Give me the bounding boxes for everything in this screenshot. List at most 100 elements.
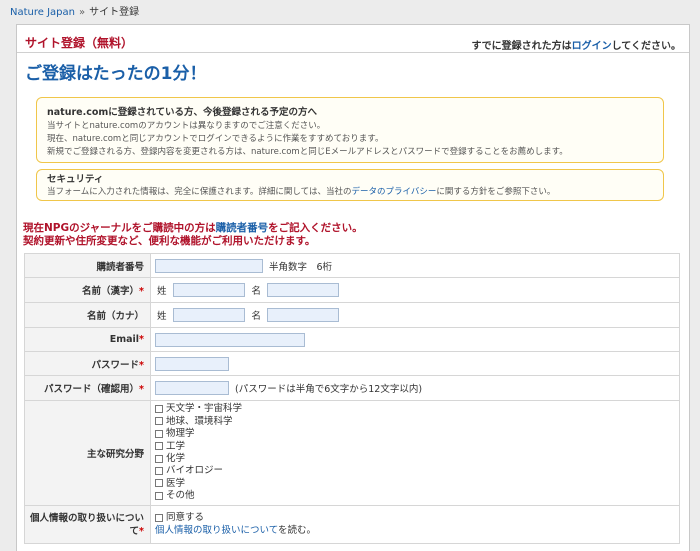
option-label: 化学 [166,453,186,464]
checkbox-earth-science[interactable] [155,417,163,426]
checkbox-medicine[interactable] [155,479,163,488]
login-prompt: すでに登録された方はログインしてください。 [471,37,681,52]
registration-form: 購読者番号 半角数字 6桁 名前（漢字）* 姓 名 名前（カナ） 姓 名 Ema… [24,253,680,544]
email-cell [150,327,680,352]
notice-line-2: 現在、nature.comと同じアカウントでログインできるように作業をすすめてお… [47,134,384,144]
security-text-prefix: 当フォームに入力された情報は、完全に保護されます。詳細に関しては、当社の [47,187,352,197]
option-label: その他 [166,490,195,502]
option-label: 天文学・宇宙科学 [166,403,243,415]
checkbox-other[interactable] [155,491,163,500]
privacy-label-text: 個人情報の取り扱いについて [29,512,144,537]
privacy-policy-link[interactable]: データのプライバシー [351,187,436,197]
research-option[interactable]: バイオロジー [155,465,679,477]
privacy-label: 個人情報の取り扱いについて* [24,505,151,544]
checkbox-engineering[interactable] [155,442,163,451]
login-link[interactable]: ログイン [572,41,612,52]
form-row-privacy: 個人情報の取り扱いについて* 同意する 個人情報の取り扱いについてを読む。 [24,505,680,544]
first-name-label: 名 [251,286,262,297]
name-kana-label: 名前（カナ） [24,302,151,328]
research-option[interactable]: 工学 [155,441,679,453]
research-label-text: 主な研究分野 [86,449,144,460]
panel-header: サイト登録（無料） すでに登録された方はログインしてください。 [17,25,689,53]
research-option[interactable]: 物理学 [155,428,679,440]
checkbox-privacy-agree[interactable] [155,513,163,522]
name-kanji-cell: 姓 名 [150,277,680,303]
form-row-email: Email* [24,327,680,352]
security-heading: セキュリティ [47,174,104,185]
last-name-label: 姓 [157,286,167,297]
password-cell [150,351,680,376]
required-mark: * [139,334,144,345]
nature-account-notice: nature.comに登録されている方、今後登録される予定の方へ 当サイトとna… [36,97,664,163]
password-confirm-label-text: パスワード（確認用） [44,384,140,395]
page-subtitle: ご登録はたったの1分！ [25,64,207,84]
checkbox-physics[interactable] [155,429,163,438]
subscriber-number-input[interactable] [155,258,263,273]
registration-panel: サイト登録（無料） すでに登録された方はログインしてください。 ご登録はたったの… [16,24,690,551]
password-input[interactable] [155,356,229,371]
name-kanji-label: 名前（漢字）* [24,277,151,303]
form-row-subscriber: 購読者番号 半角数字 6桁 [24,253,680,278]
required-mark: * [139,525,144,537]
name-kanji-label-text: 名前（漢字） [82,286,140,297]
research-option[interactable]: 地球、環境科学 [155,416,679,428]
security-text: 当フォームに入力された情報は、完全に保護されます。詳細に関しては、当社のデータの… [47,186,653,198]
breadcrumb-separator: » [78,7,86,18]
first-name-kana-input[interactable] [267,308,340,322]
last-name-kanji-input[interactable] [172,283,245,297]
option-label: 工学 [166,440,186,452]
subscriber-number-link[interactable]: 購読者番号 [216,222,269,234]
breadcrumb-current: サイト登録 [89,7,140,18]
password-confirm-label: パスワード（確認用）* [24,375,151,401]
agree-label: 同意する [166,512,205,524]
npg-line-2: 契約更新や住所変更など、便利な機能がご利用いただけます。 [23,235,316,247]
form-row-name-kanji: 名前（漢字）* 姓 名 [24,277,680,303]
form-row-password-confirm: パスワード（確認用）* (パスワードは半角で6文字から12文字以内) [24,375,680,401]
checkbox-astronomy[interactable] [155,404,163,413]
last-name-kana-label: 姓 [157,311,167,322]
checkbox-chemistry[interactable] [155,454,163,463]
checkbox-biology[interactable] [155,466,163,475]
privacy-handling-link[interactable]: 個人情報の取り扱いについて [155,525,278,536]
password-label: パスワード* [24,351,151,376]
subscriber-hint: 半角数字 6桁 [269,261,333,273]
npg-line-1-prefix: 現在NPGのジャーナルをご購読中の方は [23,222,216,234]
notice-line-1: 当サイトとnature.comのアカウントは異なりますのでご注意ください。 [47,121,326,131]
security-text-suffix: に関する方針をご参照下さい。 [436,187,556,197]
privacy-read-line: 個人情報の取り扱いについてを読む。 [155,525,679,537]
option-label: バイオロジー [166,465,224,477]
research-option[interactable]: その他 [155,490,679,502]
breadcrumb-home-link[interactable]: Nature Japan [10,7,75,18]
security-notice: セキュリティ 当フォームに入力された情報は、完全に保護されます。詳細に関しては、… [36,169,664,201]
required-mark: * [139,384,144,395]
required-mark: * [139,359,144,371]
privacy-cell: 同意する 個人情報の取り扱いについてを読む。 [150,505,680,544]
email-input[interactable] [155,332,305,347]
research-option[interactable]: 天文学・宇宙科学 [155,403,679,415]
subscriber-label-text: 購読者番号 [96,261,144,273]
research-option[interactable]: 化学 [155,453,679,465]
research-option[interactable]: 医学 [155,478,679,490]
name-kana-cell: 姓 名 [150,302,680,328]
privacy-agree-option[interactable]: 同意する [155,512,679,524]
login-suffix: してください。 [611,41,681,52]
email-label-text: Email [109,334,140,345]
option-label: 医学 [166,477,186,489]
form-row-name-kana: 名前（カナ） 姓 名 [24,302,680,328]
npg-line-1: 現在NPGのジャーナルをご購読中の方は購読者番号をご記入ください。 [23,222,363,235]
password-label-text: パスワード [91,359,140,371]
notice-line-3: 新規でご登録される方、登録内容を変更される方は、nature.comと同じEメー… [47,147,568,157]
npg-line-1-suffix: をご記入ください。 [268,222,363,234]
npg-subscriber-notice: 現在NPGのジャーナルをご購読中の方は購読者番号をご記入ください。 契約更新や住… [23,222,363,248]
form-row-password: パスワード* [24,351,680,376]
form-row-research: 主な研究分野 天文学・宇宙科学 地球、環境科学 物理学 工学 化学 バイオロジー… [24,400,680,506]
last-name-kana-input[interactable] [172,308,245,322]
page-title: サイト登録（無料） [25,36,134,50]
privacy-read-suffix: を読む。 [278,524,317,536]
password-confirm-input[interactable] [155,381,229,395]
research-label: 主な研究分野 [24,400,151,506]
subscriber-cell: 半角数字 6桁 [150,253,680,278]
first-name-kanji-input[interactable] [267,283,340,297]
password-confirm-cell: (パスワードは半角で6文字から12文字以内) [150,375,680,401]
login-prefix: すでに登録された方は [471,41,572,52]
